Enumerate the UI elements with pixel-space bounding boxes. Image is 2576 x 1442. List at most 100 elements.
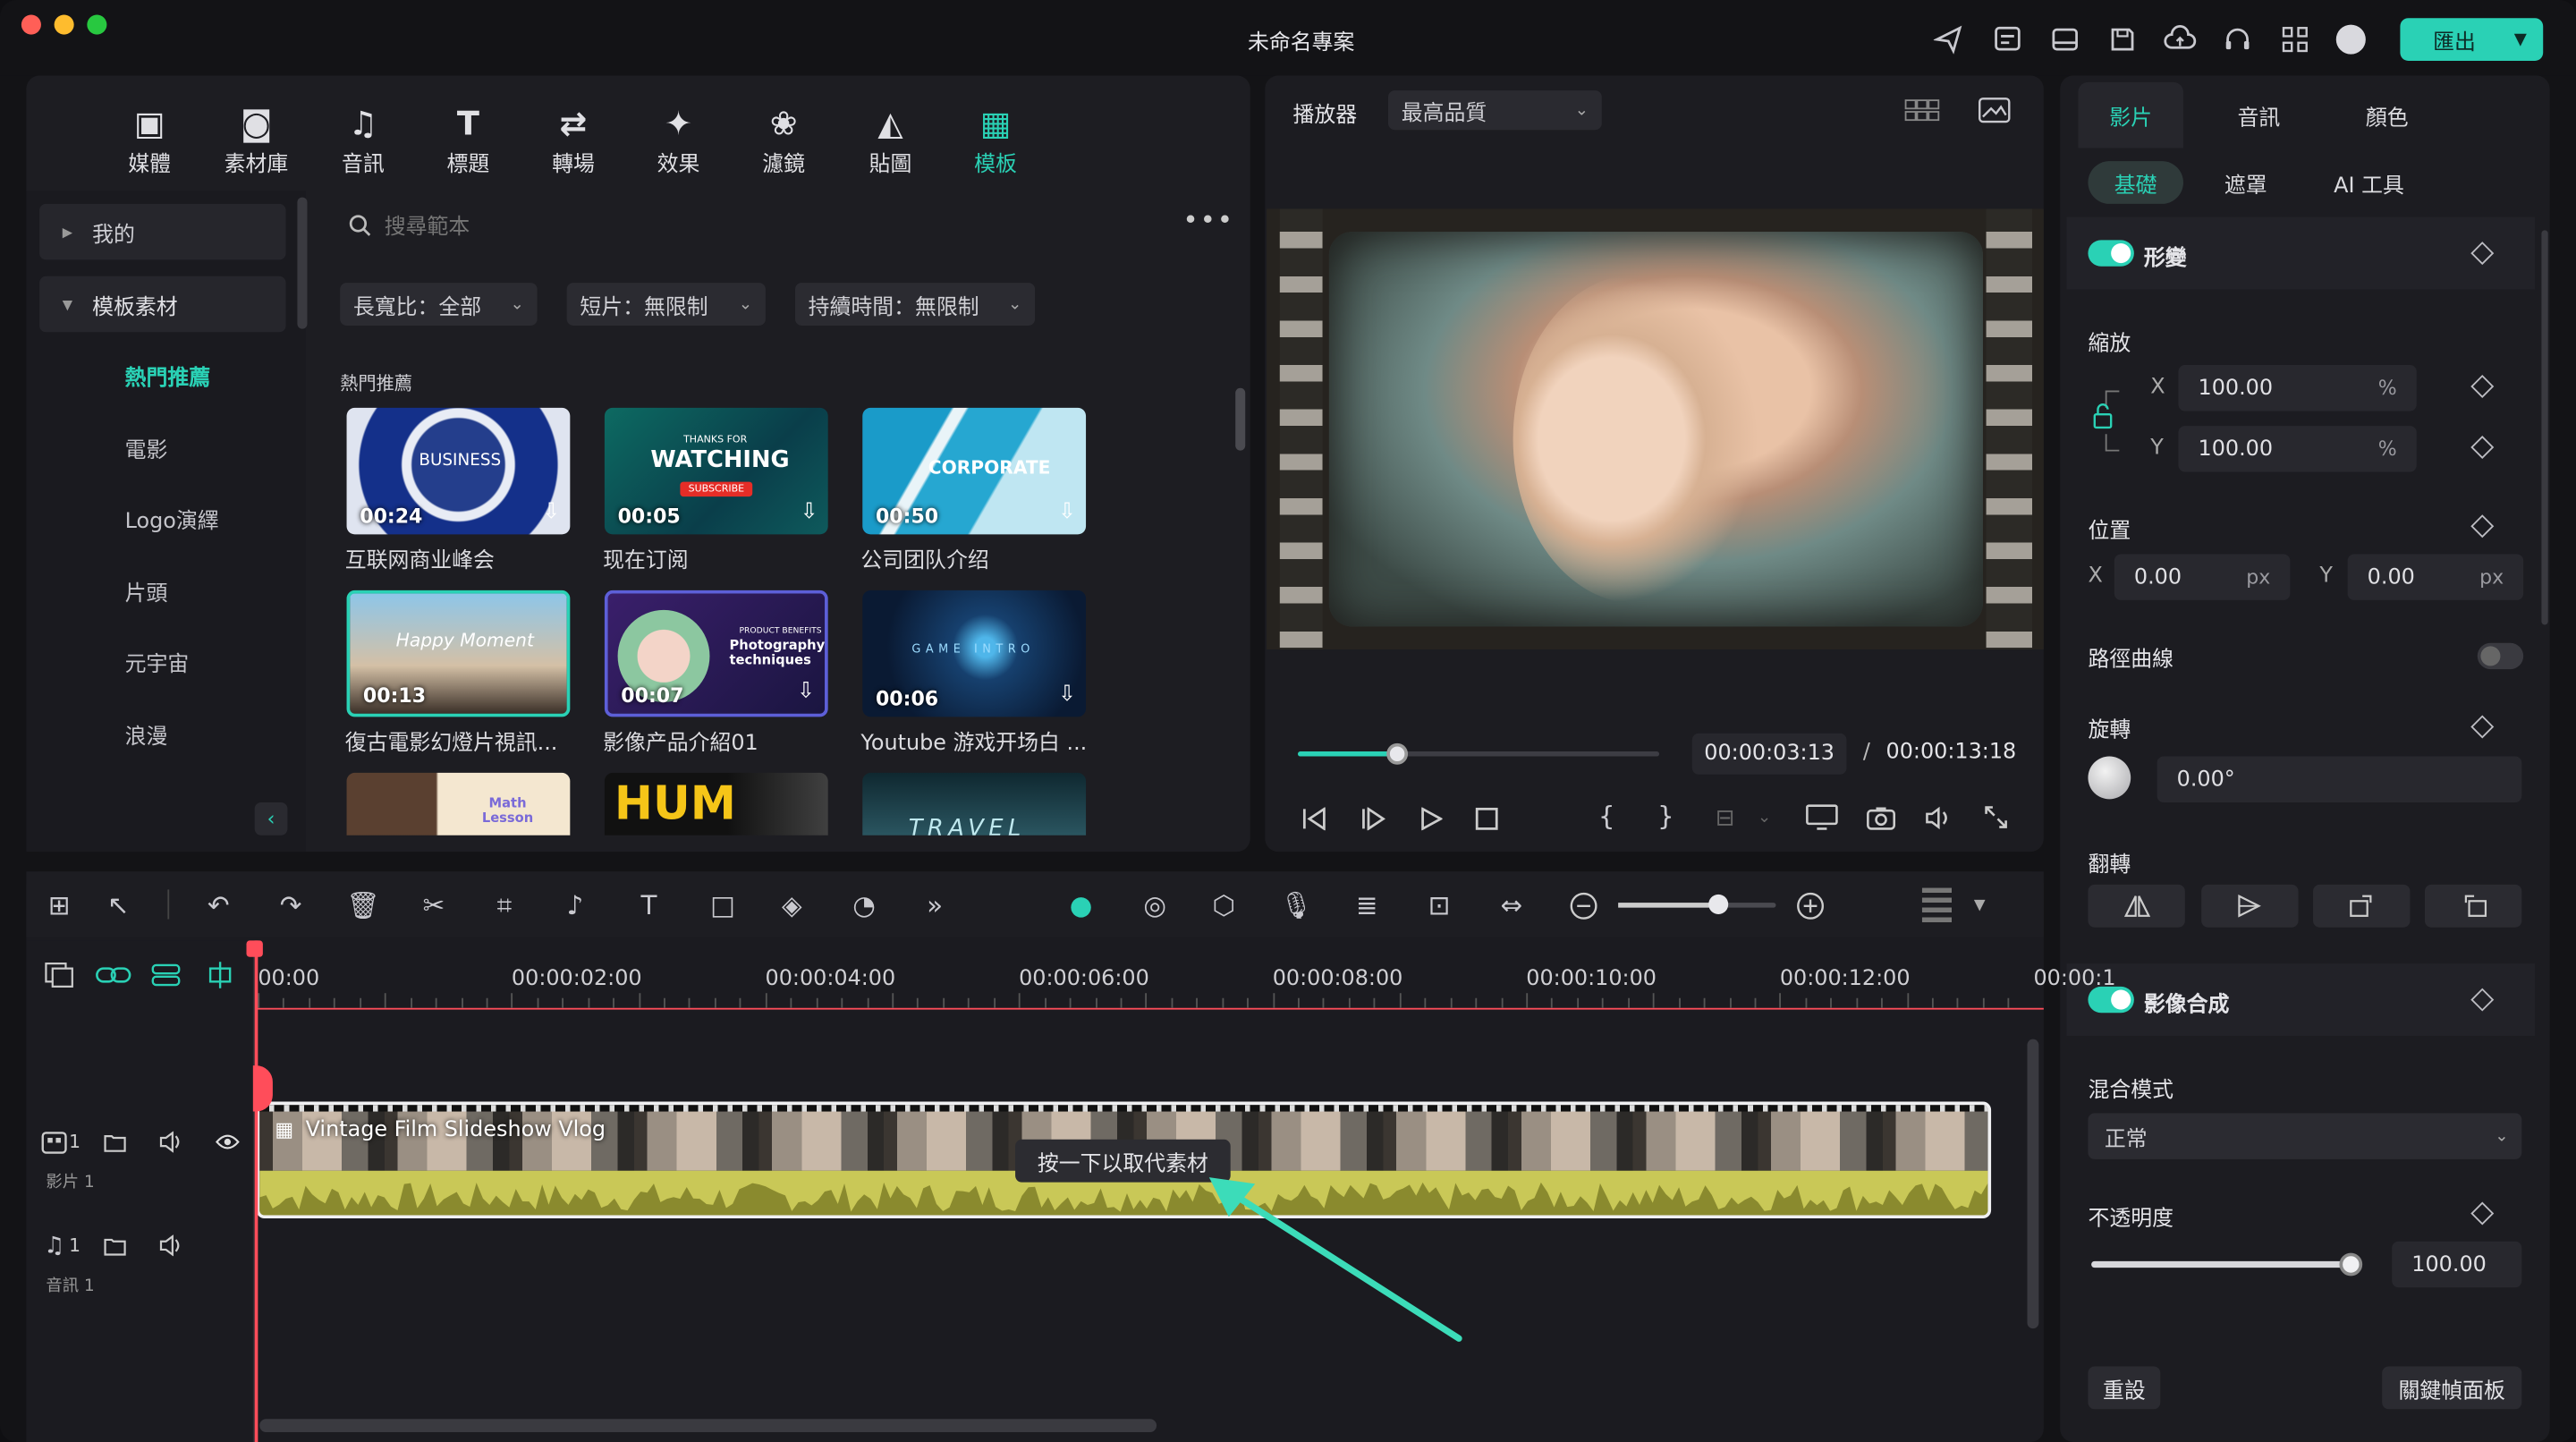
duration-dropdown[interactable]: 持續時間：無限制 ⌄	[794, 283, 1036, 326]
keyframe-panel-button[interactable]: 關鍵幀面板	[2382, 1366, 2522, 1410]
scene-detect-icon[interactable]: ⊡	[1421, 888, 1457, 924]
mark-in-icon[interactable]: {	[1594, 802, 1620, 832]
sidebar-scrollbar[interactable]	[297, 197, 308, 329]
opacity-input[interactable]: 100.00	[2392, 1241, 2522, 1288]
track-volume-icon[interactable]	[157, 1128, 183, 1154]
download-icon[interactable]: ⇩	[1058, 683, 1076, 708]
timeline-layout-chevron-icon[interactable]: ▼	[1968, 891, 1991, 920]
text-tool-icon[interactable]: T	[631, 888, 666, 924]
sidebar-item-romance[interactable]: 浪漫	[39, 706, 286, 761]
playhead-handle[interactable]	[246, 940, 263, 957]
rotate-input[interactable]: 0.00°	[2157, 756, 2522, 802]
next-frame-icon[interactable]	[1357, 804, 1390, 834]
grid-view-icon[interactable]	[1902, 96, 1942, 125]
scale-y-input[interactable]: 100.00%	[2178, 426, 2417, 472]
mark-out-icon[interactable]: }	[1653, 802, 1679, 832]
template-card-math[interactable]: Math Lesson	[346, 772, 571, 836]
insert-chevron-icon[interactable]: ⌄	[1755, 806, 1775, 832]
sidebar-item-metaverse[interactable]: 元宇宙	[39, 633, 286, 689]
subtab-ai-tools[interactable]: AI 工具	[2317, 161, 2422, 204]
playback-progress-knob[interactable]	[1385, 742, 1408, 765]
shorts-dropdown[interactable]: 短片：無限制 ⌄	[566, 283, 766, 326]
template-card-vintage[interactable]: Happy Moment 00:13	[346, 590, 571, 717]
timeline-vertical-scrollbar[interactable]	[2027, 1039, 2039, 1329]
camera-snapshot-icon[interactable]	[1863, 802, 1899, 832]
quality-dropdown[interactable]: 最高品質 ⌄	[1388, 90, 1602, 131]
audio-adjust-icon[interactable]: ♪	[557, 888, 593, 924]
opacity-slider-knob[interactable]	[2339, 1252, 2363, 1277]
rotate-dial[interactable]	[2088, 756, 2131, 800]
insert-icon[interactable]: ⊟	[1708, 804, 1741, 834]
speed-icon[interactable]: ◔	[846, 888, 882, 924]
flip-horizontal-button[interactable]	[2088, 884, 2185, 928]
properties-scrollbar[interactable]	[2541, 230, 2548, 625]
template-card-photography[interactable]: PRODUCT BENEFITS Photography techniques …	[604, 590, 828, 717]
timeline-horizontal-scrollbar[interactable]	[259, 1419, 1157, 1432]
zoom-in-icon[interactable]	[1796, 891, 1826, 920]
export-button[interactable]: 匯出 ▼	[2400, 18, 2544, 62]
tab-audio[interactable]: 音訊	[2209, 82, 2308, 148]
position-x-input[interactable]: 0.00 px	[2114, 554, 2291, 600]
template-card-business[interactable]: BUSINESS 00:24 ⇩	[346, 407, 571, 535]
aspect-ratio-dropdown[interactable]: 長寬比：全部 ⌄	[340, 283, 538, 326]
cut-icon[interactable]: ✂	[416, 888, 452, 924]
cloud-upload-icon[interactable]	[2164, 23, 2197, 56]
delete-icon[interactable]: 🗑	[345, 888, 381, 924]
tab-transition[interactable]: ⇄ 轉場	[528, 106, 620, 182]
search-input[interactable]	[384, 207, 1157, 244]
sidebar-item-logo[interactable]: Logo演繹	[39, 490, 286, 546]
minimize-window-button[interactable]	[54, 14, 74, 35]
fit-timeline-icon[interactable]: ⇔	[1494, 888, 1530, 924]
tab-title[interactable]: T 標題	[422, 106, 514, 182]
tab-stickers[interactable]: ◭ 貼圖	[844, 106, 936, 182]
path-curve-toggle[interactable]	[2477, 642, 2524, 670]
sidebar-item-movie[interactable]: 電影	[39, 420, 286, 475]
display-settings-icon[interactable]	[1804, 802, 1840, 832]
tab-effects[interactable]: ✦ 效果	[632, 106, 724, 182]
support-headset-icon[interactable]	[2221, 23, 2254, 56]
scale-x-input[interactable]: 100.00%	[2178, 365, 2417, 411]
play-icon[interactable]	[1414, 804, 1447, 834]
send-icon[interactable]	[1932, 23, 1965, 56]
tab-video[interactable]: 影片	[2078, 81, 2183, 148]
magnetic-track-icon[interactable]	[149, 960, 182, 989]
template-grid-scrollbar[interactable]	[1235, 387, 1246, 451]
playhead-line[interactable]	[254, 940, 258, 1442]
tab-media[interactable]: ▣ 媒體	[104, 106, 196, 182]
template-card-corporate[interactable]: CORPORATE 00:50 ⇩	[862, 407, 1087, 535]
sidebar-item-intro[interactable]: 片頭	[39, 563, 286, 618]
timeline-layout-icon[interactable]	[1921, 887, 1952, 925]
select-tool-icon[interactable]: ↖	[100, 888, 136, 924]
tab-color[interactable]: 顏色	[2338, 82, 2436, 148]
snap-icon[interactable]	[204, 960, 237, 989]
sidebar-item-hot[interactable]: 熱門推薦	[39, 347, 286, 403]
auto-highlight-icon[interactable]: ◎	[1137, 888, 1173, 924]
sidebar-item-mine[interactable]: ▶ 我的	[39, 203, 286, 260]
reset-button[interactable]: 重設	[2088, 1366, 2161, 1410]
layout-icon[interactable]	[2048, 23, 2081, 56]
zoom-out-icon[interactable]	[1569, 891, 1598, 920]
ai-assistant-icon[interactable]: ●	[1063, 888, 1098, 924]
marker-icon[interactable]: ⬡	[1206, 888, 1241, 924]
redo-icon[interactable]: ↷	[273, 888, 309, 924]
multicam-icon[interactable]: ⊞	[41, 888, 77, 924]
zoom-slider-knob[interactable]	[1708, 894, 1729, 914]
export-dropdown-chevron-icon[interactable]: ▼	[2514, 30, 2527, 48]
subtab-basic[interactable]: 基礎	[2088, 161, 2183, 204]
more-options-icon[interactable]: •••	[1182, 204, 1234, 235]
close-window-button[interactable]	[21, 14, 41, 35]
template-card-game-intro[interactable]: GAME INTRO 00:06 ⇩	[862, 590, 1087, 717]
blend-mode-dropdown[interactable]: 正常 ⌄	[2088, 1113, 2522, 1159]
folder-lock-icon[interactable]	[102, 1232, 128, 1258]
save-icon[interactable]	[2106, 23, 2140, 56]
lock-ratio-icon[interactable]	[2093, 388, 2126, 454]
tab-templates[interactable]: ▦ 模板	[950, 106, 1042, 182]
download-icon[interactable]: ⇩	[801, 500, 818, 525]
subtab-mask[interactable]: 遮罩	[2207, 161, 2285, 204]
download-icon[interactable]: ⇩	[1058, 500, 1076, 525]
rotate-counterclockwise-button[interactable]	[2424, 884, 2522, 928]
opacity-slider-track[interactable]	[2091, 1252, 2363, 1277]
stop-icon[interactable]	[1470, 804, 1504, 834]
tab-filters[interactable]: ❀ 濾鏡	[738, 106, 830, 182]
microphone-icon[interactable]: 🎙	[1278, 888, 1314, 924]
